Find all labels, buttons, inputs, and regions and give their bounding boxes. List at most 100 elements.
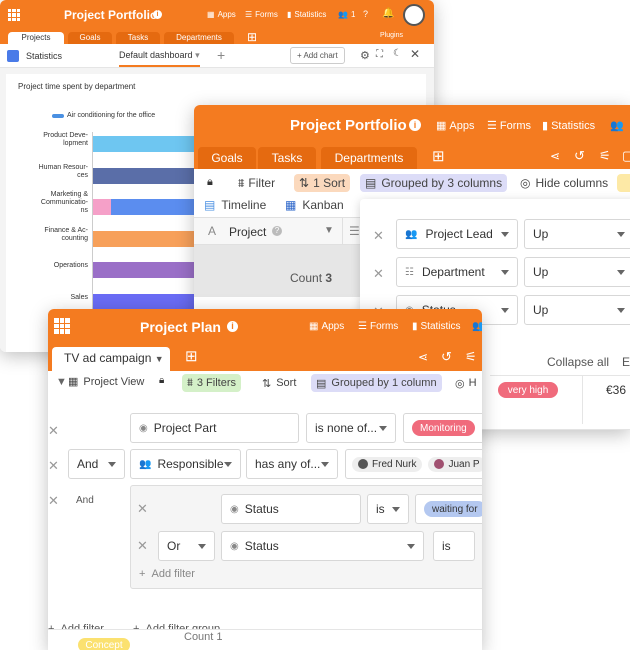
group-direction-1[interactable]: Up xyxy=(524,219,630,249)
add-tab-icon[interactable]: ⊞ xyxy=(185,347,198,365)
column-project[interactable]: Project xyxy=(229,225,266,239)
y-axis-line xyxy=(92,132,93,312)
filter-field-1[interactable]: ◉ Project Part xyxy=(130,413,299,443)
remove-filter-1-icon[interactable]: ✕ xyxy=(48,423,59,439)
users-icon[interactable]: 👥 xyxy=(472,321,482,332)
users-icon[interactable]: 👥 xyxy=(610,119,624,132)
remove-nested-filter-1-icon[interactable]: ✕ xyxy=(137,501,148,517)
nav-apps[interactable]: ▦ Apps xyxy=(207,10,236,19)
nav-statistics[interactable]: ▮ Statistics xyxy=(542,119,595,133)
filter-value-1[interactable]: Monitoring xyxy=(403,413,482,443)
filter-button[interactable]: ⩩ Filter xyxy=(234,174,279,192)
nav-forms[interactable]: ☰ Forms xyxy=(245,10,278,19)
nested-operator-2[interactable]: is xyxy=(433,531,475,561)
chart-title: Project time spent by department xyxy=(18,82,136,91)
dashboard-select[interactable]: Default dashboard ▾ xyxy=(119,50,200,67)
remove-nested-filter-2-icon[interactable]: ✕ xyxy=(137,538,148,554)
add-dashboard-icon[interactable]: + xyxy=(217,47,225,63)
hide-columns-button[interactable]: ◎ Hide columns xyxy=(516,174,612,192)
nav-statistics[interactable]: ▮ Statistics xyxy=(412,321,461,332)
remove-filter-2-icon[interactable]: ✕ xyxy=(48,458,59,474)
menu-grid-icon[interactable] xyxy=(8,9,20,21)
tab-goals[interactable]: Goals xyxy=(198,147,256,169)
view-selector[interactable]: ▦ Project View xyxy=(68,375,144,389)
filter-operator-2[interactable]: has any of... xyxy=(246,449,338,479)
tab-tasks[interactable]: Tasks xyxy=(258,147,316,169)
view-kanban[interactable]: ▦ Kanban xyxy=(285,198,344,212)
filter-field-2[interactable]: 👥 Responsible xyxy=(130,449,241,479)
nav-forms[interactable]: ☰ Forms xyxy=(487,119,531,133)
more-icon[interactable]: ▢ xyxy=(622,148,630,164)
remove-group-1-icon[interactable]: ✕ xyxy=(373,228,384,244)
menu-grid-icon[interactable] xyxy=(54,318,70,334)
info-icon[interactable]: i xyxy=(409,119,421,131)
nested-operator-1[interactable]: is xyxy=(367,494,409,524)
sort-button[interactable]: ⇅ 1 Sort xyxy=(294,174,351,192)
nav-statistics[interactable]: ▮ Statistics xyxy=(287,10,326,19)
sort-button[interactable]: ⇅ Sort xyxy=(258,374,300,392)
settings-sliders-icon[interactable]: ⚟ xyxy=(599,148,611,164)
add-tab-icon[interactable]: ⊞ xyxy=(432,147,445,165)
hide-columns-button[interactable]: ◎ H xyxy=(455,374,477,392)
close-icon[interactable]: ✕ xyxy=(410,47,420,61)
tab-departments[interactable]: Departments xyxy=(321,147,417,169)
lock-icon[interactable]: 🔒︎ xyxy=(159,375,164,386)
remove-group-2-icon[interactable]: ✕ xyxy=(373,266,384,282)
grouped-button[interactable]: ▤ Grouped by 1 column xyxy=(311,374,442,392)
collapse-all-button[interactable]: Collapse all xyxy=(547,355,609,369)
settings-sliders-icon[interactable]: ⚟ xyxy=(465,349,477,365)
nested-field-2[interactable]: ◉ Status xyxy=(221,531,424,561)
tab-goals[interactable]: Goals xyxy=(68,32,112,44)
tab-tv-ad-campaign[interactable]: TV ad campaign ▼ xyxy=(52,347,170,371)
history-icon[interactable]: ↺ xyxy=(441,349,452,365)
history-icon[interactable]: ↺ xyxy=(574,148,585,164)
add-nested-filter-button[interactable]: + Add filter xyxy=(139,568,195,580)
filter-conjunction-2[interactable]: And xyxy=(68,449,125,479)
group-direction-2[interactable]: Up xyxy=(524,257,630,287)
more-chip[interactable] xyxy=(617,174,630,192)
tab-bar: TV ad campaign ▼ ⊞ ⋖ ↺ ⚟ xyxy=(48,345,482,371)
tab-departments[interactable]: Departments xyxy=(164,32,234,44)
lock-icon[interactable]: 🔒︎ xyxy=(207,176,213,189)
nav-forms[interactable]: ☰ Forms xyxy=(358,321,398,332)
column-dropdown-icon[interactable]: ▼ xyxy=(324,225,334,236)
fullscreen-icon[interactable]: ⛶ xyxy=(376,49,383,60)
nested-conjunction-2[interactable]: Or xyxy=(158,531,215,561)
sidebar-toggle-icon[interactable]: ▼ xyxy=(56,376,67,388)
filter-operator-1[interactable]: is none of... xyxy=(306,413,396,443)
tab-bar: Goals Tasks Departments ⊞ ⋖ ↺ ⚟ ▢ xyxy=(194,145,630,169)
tab-tasks[interactable]: Tasks xyxy=(116,32,160,44)
nested-field-1[interactable]: ◉ Status xyxy=(221,494,361,524)
filter-value-2[interactable]: Fred Nurk Juan P xyxy=(345,449,482,479)
nav-apps[interactable]: ▦ Apps xyxy=(436,119,474,133)
group-direction-3[interactable]: Up xyxy=(524,295,630,325)
tab-projects[interactable]: Projects xyxy=(8,32,64,44)
moon-icon[interactable]: ☾ xyxy=(393,48,402,59)
filters-button[interactable]: ⩩ 3 Filters xyxy=(182,374,241,392)
info-icon[interactable]: i xyxy=(153,10,162,19)
grouped-button[interactable]: ▤ Grouped by 3 columns xyxy=(360,174,508,192)
group-field-1[interactable]: 👥 Project Lead xyxy=(396,219,518,249)
add-chart-button[interactable]: + Add chart xyxy=(290,47,345,64)
share-icon[interactable]: ⋖ xyxy=(418,350,428,364)
nav-apps[interactable]: ▦ Apps xyxy=(309,321,344,332)
nested-value-1[interactable]: waiting for xyxy=(415,494,482,524)
nav-users[interactable]: 👥 1 xyxy=(338,10,355,19)
status-icon: ◉ xyxy=(230,503,239,515)
group-field-2[interactable]: ☷ Department xyxy=(396,257,518,287)
plugins-label[interactable]: Plugins xyxy=(380,32,403,39)
bell-icon[interactable]: 🔔 xyxy=(382,8,394,19)
remove-filter-group-icon[interactable]: ✕ xyxy=(48,493,59,509)
share-icon[interactable]: ⋖ xyxy=(550,149,560,163)
add-tab-icon[interactable]: ⊞ xyxy=(247,30,257,44)
info-icon[interactable]: i xyxy=(227,321,238,332)
help-icon[interactable]: ? xyxy=(363,9,368,19)
gear-icon[interactable]: ⚙ xyxy=(360,49,370,62)
status-icon: ◉ xyxy=(230,540,239,552)
category-label: Finance & Ac-counting xyxy=(44,226,88,242)
toolbar: ▼ ▦ Project View 🔒︎ ⩩ 3 Filters ⇅ Sort ▤ Gro… xyxy=(48,371,482,395)
view-timeline[interactable]: ▤ Timeline xyxy=(204,198,266,212)
expand-all-button[interactable]: E xyxy=(622,355,630,369)
avatar[interactable] xyxy=(403,4,425,26)
help-icon: ? xyxy=(272,226,282,236)
